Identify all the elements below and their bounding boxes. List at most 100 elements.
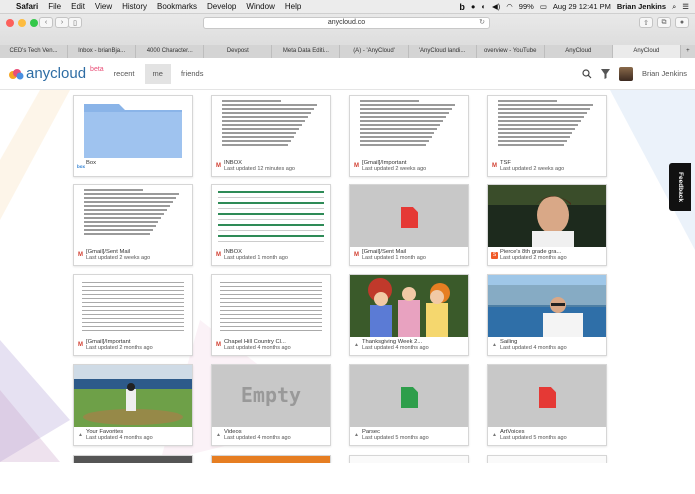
address-bar[interactable]: anycloud.co ↻ — [203, 17, 490, 29]
search-icon[interactable] — [582, 68, 592, 79]
filter-icon[interactable] — [600, 68, 610, 79]
menu-view[interactable]: View — [95, 2, 112, 11]
file-card[interactable]: M [Gmail]/Sent Mail Last updated 1 month a… — [349, 184, 469, 266]
avatar[interactable] — [618, 66, 633, 81]
card-updated: Last updated 5 months ago — [500, 435, 567, 441]
nav-recent[interactable]: recent — [106, 64, 143, 84]
tab-8[interactable]: AnyCloud — [544, 45, 613, 58]
menu-history[interactable]: History — [122, 2, 147, 11]
extension-button[interactable]: ● — [675, 17, 689, 28]
card-partial[interactable] — [73, 455, 193, 463]
menu-app[interactable]: Safari — [16, 2, 38, 11]
file-card[interactable]: M INBOX Last updated 12 minutes ago — [211, 95, 331, 177]
tab-7[interactable]: overview - YouTube — [476, 45, 545, 58]
gmail-icon: M — [354, 163, 359, 169]
user-menu[interactable]: Brian Jenkins — [617, 2, 666, 11]
file-card[interactable]: Empty ▲ Videos Last updated 4 months ago — [211, 364, 331, 446]
card-partial[interactable] — [349, 455, 469, 463]
card-updated: Last updated 1 month ago — [362, 255, 426, 261]
card-thumbnail — [74, 365, 192, 427]
tab-9[interactable]: AnyCloud — [612, 45, 681, 58]
feedback-tab[interactable]: Feedback — [669, 163, 691, 211]
nav-me[interactable]: me — [144, 63, 171, 84]
drive-icon: ▲ — [492, 432, 497, 438]
menu-develop[interactable]: Develop — [207, 2, 236, 11]
card-caption: M [Gmail]/Important Last updated 2 months … — [74, 337, 192, 356]
file-card[interactable]: ▲ ArtVoices Last updated 5 months ago — [487, 364, 607, 446]
menu-file[interactable]: File — [48, 2, 61, 11]
menu-bookmarks[interactable]: Bookmarks — [157, 2, 197, 11]
tab-3[interactable]: Devpost — [204, 45, 273, 58]
file-card[interactable]: ▲ Your Favorites Last updated 4 months ago — [73, 364, 193, 446]
menu-edit[interactable]: Edit — [71, 2, 85, 11]
card-updated: Last updated 1 month ago — [224, 255, 288, 261]
clock[interactable]: Aug 29 12:41 PM — [553, 2, 611, 11]
file-card[interactable]: M INBOX Last updated 1 month ago — [211, 184, 331, 266]
close-window-button[interactable] — [6, 19, 14, 27]
gmail-icon: M — [78, 252, 83, 258]
card-partial[interactable] — [487, 455, 607, 463]
card-updated: Last updated 4 months ago — [224, 345, 291, 351]
drive-icon: ▲ — [78, 432, 83, 438]
menu-window[interactable]: Window — [246, 2, 274, 11]
file-card[interactable]: box Box — [73, 95, 193, 177]
new-tab-button[interactable]: + — [680, 45, 695, 58]
card-thumbnail — [488, 185, 606, 247]
card-thumbnail — [212, 185, 330, 247]
box-icon: box — [77, 164, 86, 169]
tab-0[interactable]: CED's Tech Ven... — [0, 45, 69, 58]
card-thumbnail — [488, 275, 606, 337]
tabs-overview-button[interactable]: ⧉ — [657, 17, 671, 28]
tab-1[interactable]: Inbox - brianBja... — [68, 45, 137, 58]
sidebar-toggle-button[interactable]: ▯ — [68, 17, 82, 28]
tab-5[interactable]: (A) - 'AnyCloud' — [340, 45, 409, 58]
drive-icon: ▲ — [354, 342, 359, 348]
file-card[interactable]: S Pierce's 8th grade gra... Last updated 2… — [487, 184, 607, 266]
nav-friends[interactable]: friends — [173, 64, 212, 84]
zoom-window-button[interactable] — [30, 19, 38, 27]
moon-icon[interactable]: ● — [471, 2, 476, 11]
portrait-photo — [488, 185, 606, 247]
tab-6[interactable]: 'AnyCloud landi... — [408, 45, 477, 58]
drive-icon: ▲ — [492, 342, 497, 348]
back-button[interactable]: ‹ — [39, 17, 53, 28]
reload-icon[interactable]: ↻ — [479, 18, 485, 28]
card-caption: M [Gmail]/Important Last updated 2 weeks a… — [350, 158, 468, 177]
bold-b-icon[interactable]: b — [459, 2, 465, 12]
card-partial[interactable] — [211, 455, 331, 463]
drive-icon: ▲ — [216, 432, 221, 438]
menu-help[interactable]: Help — [285, 2, 301, 11]
tab-2[interactable]: 4000 Character... — [136, 45, 205, 58]
baseball-photo — [74, 365, 192, 427]
volume-icon[interactable]: ◀) — [492, 2, 500, 11]
page-bottom — [0, 463, 695, 494]
user-name[interactable]: Brian Jenkins — [642, 69, 687, 78]
file-card[interactable]: ▲ Parsec Last updated 5 months ago — [349, 364, 469, 446]
minimize-window-button[interactable] — [18, 19, 26, 27]
forward-button[interactable]: › — [55, 17, 69, 28]
spotlight-icon[interactable]: ⌕ — [672, 2, 676, 12]
notification-center-icon[interactable]: ☰ — [682, 2, 689, 11]
card-caption: ▲ Sailing Last updated 4 months ago — [488, 337, 606, 356]
tab-4[interactable]: Meta Data Editi... — [272, 45, 341, 58]
circle-icon[interactable]: ◐ — [481, 2, 486, 11]
anycloud-logo[interactable]: anycloud beta — [8, 65, 104, 82]
file-card[interactable]: ▲ Thanksgiving Week 2... Last updated 4 mo… — [349, 274, 469, 356]
share-button[interactable]: ⇧ — [639, 17, 653, 28]
card-caption: M TSF Last updated 2 weeks ago — [488, 158, 606, 177]
card-thumbnail — [212, 96, 330, 158]
file-card[interactable]: M Chapel Hill Country Cl... Last updated 4… — [211, 274, 331, 356]
battery-icon[interactable]: ▭ — [540, 2, 547, 11]
toolbar-right: ⇧ ⧉ ● — [639, 17, 689, 28]
card-thumbnail — [74, 96, 192, 158]
card-thumbnail — [488, 96, 606, 158]
file-card[interactable]: M TSF Last updated 2 weeks ago — [487, 95, 607, 177]
card-updated: Last updated 2 weeks ago — [362, 166, 427, 172]
file-card[interactable]: M [Gmail]/Sent Mail Last updated 2 weeks a… — [73, 184, 193, 266]
file-card[interactable]: ▲ Sailing Last updated 4 months ago — [487, 274, 607, 356]
file-card[interactable]: M [Gmail]/Important Last updated 2 months … — [73, 274, 193, 356]
wifi-icon[interactable]: ◠ — [506, 2, 513, 11]
file-card[interactable]: M [Gmail]/Important Last updated 2 weeks a… — [349, 95, 469, 177]
card-caption: M Chapel Hill Country Cl... Last updated 4… — [212, 337, 330, 356]
app-header: anycloud beta recent me friends Brian Je… — [0, 58, 695, 90]
